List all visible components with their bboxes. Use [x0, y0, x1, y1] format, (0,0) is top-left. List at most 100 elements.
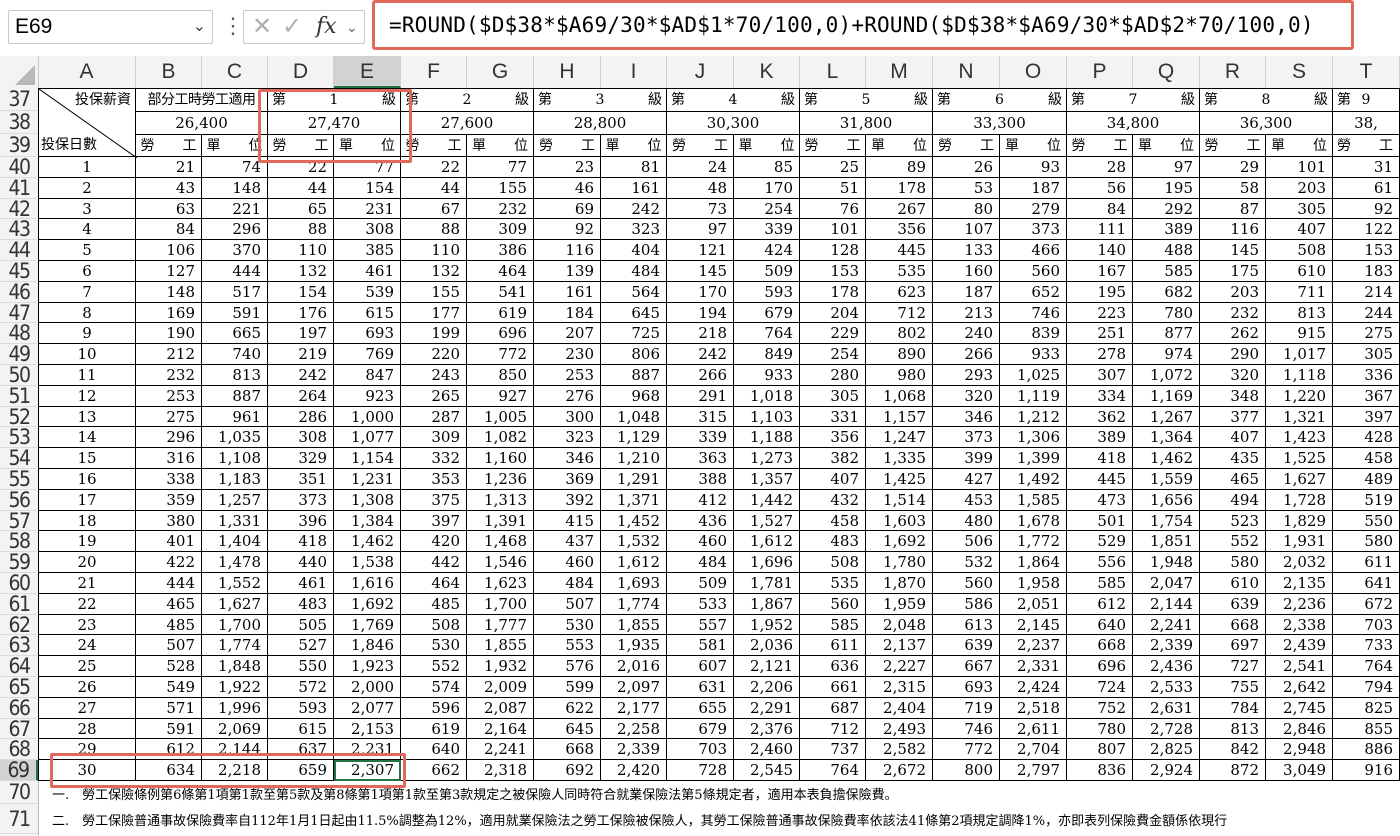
row-header-55[interactable]: 55 [0, 469, 38, 490]
premium-cell: 87 [1200, 198, 1266, 220]
premium-cell: 668 [1200, 614, 1266, 636]
premium-cell: 679 [667, 718, 734, 740]
row-header-49[interactable]: 49 [0, 344, 38, 365]
column-header-C[interactable]: C [202, 56, 268, 88]
row-header-44[interactable]: 44 [0, 240, 38, 261]
column-header-O[interactable]: O [1000, 56, 1067, 88]
premium-cell: 1,236 [467, 469, 534, 490]
column-header-I[interactable]: I [601, 56, 667, 88]
labor-label: 勞 工 [401, 134, 467, 157]
row-header-70[interactable]: 70 [0, 781, 38, 804]
premium-cell: 1,331 [202, 510, 268, 532]
row-header-58[interactable]: 58 [0, 531, 38, 553]
column-header-K[interactable]: K [734, 56, 800, 88]
formula-input[interactable]: =ROUND($D$38*$A69/30*$AD$1*70/100,0)+ROU… [372, 0, 1354, 50]
column-header-Q[interactable]: Q [1133, 56, 1200, 88]
column-header-J[interactable]: J [667, 56, 734, 88]
column-header-F[interactable]: F [401, 56, 467, 88]
premium-cell: 1,952 [734, 614, 800, 636]
premium-cell: 772 [933, 739, 1000, 761]
column-header-B[interactable]: B [136, 56, 202, 88]
column-header-P[interactable]: P [1067, 56, 1133, 88]
column-header-M[interactable]: M [866, 56, 933, 88]
premium-cell: 92 [1333, 198, 1400, 220]
row-header-42[interactable]: 42 [0, 198, 38, 220]
column-header-T[interactable]: T [1333, 56, 1400, 88]
insert-function-button[interactable]: fx [316, 11, 337, 43]
column-header-L[interactable]: L [800, 56, 866, 88]
premium-cell: 1,371 [601, 489, 667, 511]
column-header-G[interactable]: G [467, 56, 534, 88]
select-all-icon [15, 65, 35, 85]
row-header-61[interactable]: 61 [0, 593, 38, 615]
premium-cell: 339 [667, 427, 734, 449]
row-header-57[interactable]: 57 [0, 510, 38, 532]
labor-label: 勞 工 [1067, 134, 1133, 157]
row-header-69[interactable]: 69 [0, 760, 38, 781]
row-header-65[interactable]: 65 [0, 677, 38, 698]
row-header-67[interactable]: 67 [0, 718, 38, 740]
row-header-38[interactable]: 38 [0, 111, 38, 134]
premium-cell: 133 [933, 240, 1000, 261]
column-header-R[interactable]: R [1200, 56, 1266, 88]
row-header-45[interactable]: 45 [0, 261, 38, 282]
select-all-button[interactable] [0, 56, 39, 88]
premium-cell: 560 [1000, 261, 1067, 282]
row-header-66[interactable]: 66 [0, 697, 38, 719]
row-header-59[interactable]: 59 [0, 552, 38, 573]
row-header-50[interactable]: 50 [0, 365, 38, 386]
row-header-40[interactable]: 40 [0, 157, 38, 178]
premium-cell: 418 [268, 531, 334, 553]
row-header-60[interactable]: 60 [0, 573, 38, 594]
row-header-47[interactable]: 47 [0, 302, 38, 324]
row-header-43[interactable]: 43 [0, 219, 38, 241]
row-header-46[interactable]: 46 [0, 281, 38, 303]
premium-cell: 2,541 [1266, 656, 1333, 677]
premium-cell: 613 [933, 614, 1000, 636]
more-options-icon[interactable]: ⋮ [222, 14, 244, 38]
chevron-down-icon[interactable]: ⌄ [346, 11, 358, 43]
column-header-A[interactable]: A [38, 56, 136, 88]
row-header-53[interactable]: 53 [0, 427, 38, 449]
premium-cell: 519 [1333, 489, 1400, 511]
row-header-37[interactable]: 37 [0, 88, 38, 111]
premium-cell: 121 [667, 240, 734, 261]
row-header-63[interactable]: 63 [0, 635, 38, 657]
column-header-S[interactable]: S [1266, 56, 1333, 88]
premium-cell: 585 [1067, 573, 1133, 594]
column-header-D[interactable]: D [268, 56, 334, 88]
premium-cell: 290 [1200, 344, 1266, 365]
premium-cell: 733 [1333, 635, 1400, 657]
row-header-71[interactable]: 71 [0, 804, 38, 834]
premium-cell: 214 [1333, 281, 1400, 303]
column-header-H[interactable]: H [534, 56, 601, 88]
grade-salary-1: 27,470 [268, 111, 401, 134]
column-header-N[interactable]: N [933, 56, 1000, 88]
name-box[interactable]: E69 ⌄ [8, 10, 213, 44]
row-header-64[interactable]: 64 [0, 656, 38, 677]
premium-cell: 842 [1200, 739, 1266, 761]
premium-cell: 178 [866, 177, 933, 199]
premium-cell: 184 [534, 302, 601, 324]
premium-cell: 253 [534, 365, 601, 386]
cancel-icon[interactable]: ✕ [252, 11, 272, 43]
row-header-56[interactable]: 56 [0, 489, 38, 511]
row-header-52[interactable]: 52 [0, 406, 38, 428]
row-header-62[interactable]: 62 [0, 614, 38, 636]
row-header-39[interactable]: 39 [0, 134, 38, 157]
enter-icon[interactable]: ✓ [282, 11, 302, 43]
row-header-54[interactable]: 54 [0, 448, 38, 469]
premium-cell: 1,780 [866, 552, 933, 573]
days-cell: 12 [38, 385, 136, 407]
chevron-down-icon[interactable]: ⌄ [193, 11, 206, 43]
days-cell: 1 [38, 157, 136, 178]
row-header-51[interactable]: 51 [0, 385, 38, 407]
column-header-E[interactable]: E [334, 56, 401, 88]
row-header-48[interactable]: 48 [0, 323, 38, 345]
premium-cell: 527 [268, 635, 334, 657]
row-header-68[interactable]: 68 [0, 739, 38, 761]
premium-cell: 639 [933, 635, 1000, 657]
premium-cell: 362 [1067, 406, 1133, 428]
grade-suffix: 級 [515, 92, 529, 108]
row-header-41[interactable]: 41 [0, 177, 38, 199]
